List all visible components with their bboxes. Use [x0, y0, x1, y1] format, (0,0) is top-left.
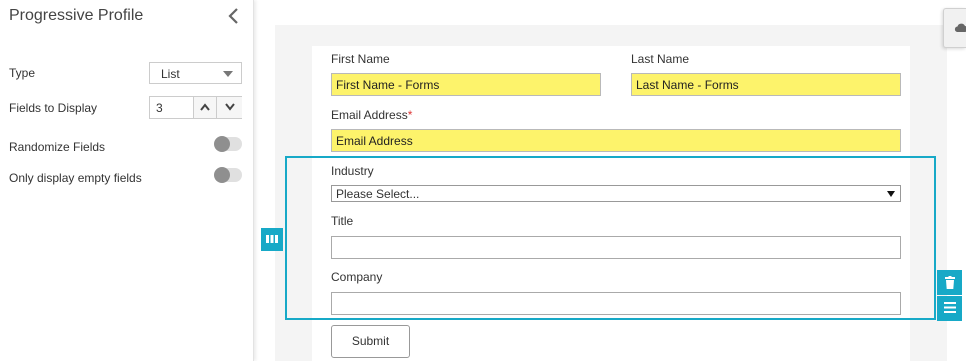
randomize-fields-label: Randomize Fields [9, 140, 106, 154]
panel-title: Progressive Profile [9, 7, 144, 24]
columns-icon [266, 235, 278, 243]
collapse-panel-button[interactable] [226, 6, 242, 26]
delete-button[interactable] [937, 270, 962, 295]
email-value: Email Address [336, 134, 413, 148]
chevron-up-icon [200, 103, 210, 111]
title-label: Title [331, 214, 354, 228]
chevron-left-icon [228, 8, 238, 24]
only-empty-fields-toggle[interactable] [214, 167, 242, 183]
first-name-value: First Name - Forms [336, 78, 440, 92]
settings-menu-button[interactable] [937, 296, 962, 321]
required-marker: * [407, 108, 413, 122]
first-name-input[interactable]: First Name - Forms [331, 73, 601, 96]
title-input[interactable] [331, 236, 901, 259]
trash-icon [944, 276, 955, 289]
company-label: Company [331, 270, 383, 284]
industry-select-value: Please Select... [336, 187, 420, 201]
caret-down-icon [223, 71, 233, 77]
randomize-fields-toggle[interactable] [214, 136, 242, 152]
fields-to-display-value[interactable]: 3 [156, 101, 163, 115]
type-select[interactable]: List [149, 62, 242, 84]
submit-button[interactable]: Submit [331, 325, 410, 358]
last-name-input[interactable]: Last Name - Forms [631, 73, 901, 96]
toggle-knob [214, 136, 230, 152]
type-label: Type [9, 66, 36, 80]
toggle-knob [214, 167, 230, 183]
drag-handle[interactable] [261, 228, 283, 251]
industry-label: Industry [331, 164, 374, 178]
settings-panel: Progressive Profile Type List Fields to … [0, 0, 254, 361]
first-name-label: First Name [331, 52, 390, 66]
company-input[interactable] [331, 292, 901, 315]
email-label-text: Email Address [331, 108, 408, 122]
last-name-label: Last Name [631, 52, 690, 66]
increment-button[interactable] [193, 97, 216, 118]
chevron-down-icon [224, 103, 235, 111]
only-empty-fields-label: Only display empty fields [9, 171, 142, 185]
email-input[interactable]: Email Address [331, 129, 901, 152]
industry-select[interactable]: Please Select... [331, 185, 901, 202]
cloud-icon [954, 23, 966, 32]
email-label: Email Address* [331, 108, 412, 122]
hamburger-icon [943, 302, 956, 313]
fields-to-display-label: Fields to Display [9, 101, 98, 115]
caret-down-icon [887, 191, 895, 197]
last-name-value: Last Name - Forms [636, 78, 739, 92]
fields-to-display-stepper[interactable]: 3 [149, 96, 242, 119]
type-select-value: List [161, 67, 180, 81]
cloud-tab[interactable] [943, 8, 966, 48]
decrement-button[interactable] [216, 97, 242, 118]
